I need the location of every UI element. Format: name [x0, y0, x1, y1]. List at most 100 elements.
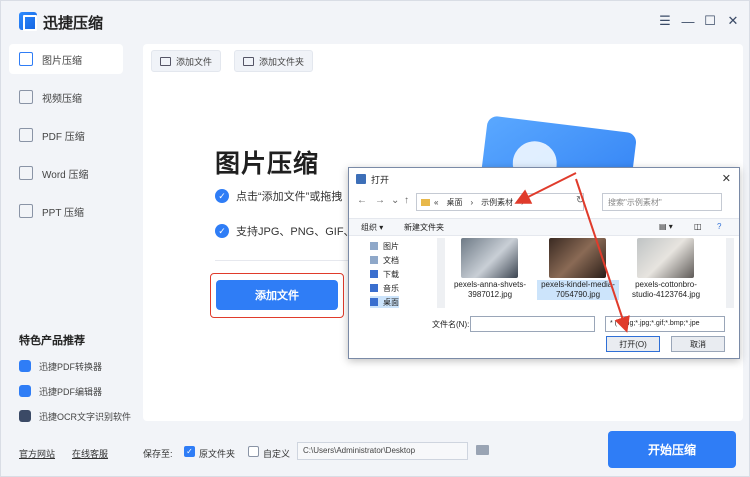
promo-pdf-converter[interactable]: 迅捷PDF转换器	[19, 357, 102, 375]
file-list: pexels-anna-shvets-3987012.jpg pexels-ki…	[449, 238, 719, 310]
file-list-scrollbar[interactable]	[726, 238, 734, 308]
file-item[interactable]: pexels-anna-shvets-3987012.jpg	[449, 238, 526, 310]
sidebar-item-word-compress[interactable]: Word 压缩	[9, 158, 123, 188]
ppt-icon	[19, 204, 33, 218]
tree-item-pictures[interactable]: 图片	[370, 240, 399, 252]
promo-label: 迅捷PDF转换器	[39, 361, 103, 372]
feature-text: 支持JPG、PNG、GIF、B	[236, 226, 362, 238]
promo-label: 迅捷PDF编辑器	[39, 386, 103, 397]
sidebar-item-image-compress[interactable]: 图片压缩	[9, 44, 123, 74]
tree-item-label: 音乐	[383, 283, 399, 293]
sidebar-item-label: Word 压缩	[42, 169, 89, 181]
help-icon[interactable]: ?	[717, 222, 721, 231]
dialog-search-input[interactable]: 搜索"示例素材"	[602, 193, 722, 211]
menu-icon[interactable]: ☰	[657, 13, 673, 29]
source-folder-checkbox[interactable]: ✓	[184, 446, 195, 457]
sidebar-item-label: PDF 压缩	[42, 131, 85, 143]
tree-item-label: 图片	[383, 241, 399, 251]
app-title: 迅捷压缩	[43, 15, 104, 32]
browse-folder-icon[interactable]	[476, 445, 489, 455]
dialog-close-icon[interactable]: ✕	[722, 172, 731, 185]
dialog-title-bar: 打开	[349, 168, 739, 190]
close-icon[interactable]: ✕	[725, 13, 741, 29]
minimize-icon[interactable]: —	[680, 13, 696, 29]
view-options-icon[interactable]: ▤ ▾	[659, 222, 673, 231]
add-file-button[interactable]: 添加文件	[216, 280, 338, 310]
app-logo-icon	[19, 12, 37, 31]
file-icon	[160, 56, 171, 66]
folder-tree: 图片 文档 下载 音乐 桌面	[354, 238, 446, 310]
tree-item-music[interactable]: 音乐	[370, 282, 399, 294]
check-icon: ✓	[215, 189, 229, 203]
forward-arrow-icon[interactable]: →	[375, 195, 385, 206]
tree-item-label: 下载	[383, 269, 399, 279]
file-thumbnail	[549, 238, 606, 278]
custom-checkbox[interactable]	[248, 446, 259, 457]
pdf-converter-icon	[19, 360, 31, 372]
file-type-select[interactable]: * (*.png;*.jpg;*.gif;*.bmp;*.jpe	[605, 316, 725, 332]
breadcrumb-sample-folder[interactable]: 示例素材	[481, 197, 513, 208]
download-icon	[370, 270, 378, 278]
refresh-icon[interactable]: ↻	[576, 195, 584, 206]
sidebar-item-label: 图片压缩	[42, 55, 82, 67]
file-item[interactable]: pexels-kindel-media-7054790.jpg	[537, 238, 619, 310]
custom-label: 自定义	[263, 449, 291, 459]
pdf-editor-icon	[19, 385, 31, 397]
cancel-button[interactable]: 取消	[671, 336, 725, 352]
source-folder-label: 原文件夹	[199, 449, 236, 459]
add-file-label: 添加文件	[176, 56, 213, 67]
page-title: 图片压缩	[215, 150, 320, 178]
website-link[interactable]: 官方网站	[19, 447, 55, 460]
sidebar-item-pdf-compress[interactable]: PDF 压缩	[9, 120, 123, 150]
add-file-highlight: 添加文件	[210, 273, 344, 318]
add-folder-button[interactable]: 添加文件夹	[234, 50, 314, 72]
open-button[interactable]: 打开(O)	[606, 336, 660, 352]
breadcrumb-separator: ›	[470, 197, 474, 207]
pictures-icon	[370, 242, 378, 250]
file-thumbnail	[637, 238, 694, 278]
dialog-app-icon	[356, 174, 366, 184]
open-file-dialog: 打开 ✕ ← → ⌄ ↑ « 桌面 › 示例素材 › ↻ 搜索"示例素材" 组织…	[348, 167, 740, 359]
sidebar-item-ppt-compress[interactable]: PPT 压缩	[9, 196, 123, 226]
preview-pane-icon[interactable]: ◫	[694, 222, 702, 231]
breadcrumb-overflow[interactable]: «	[434, 198, 438, 207]
new-folder-button[interactable]: 新建文件夹	[404, 222, 444, 233]
dialog-title: 打开	[371, 174, 390, 185]
bottom-bar: 官方网站 在线客服 保存至: ✓ 原文件夹 自定义 C:\Users\Admin…	[1, 431, 750, 477]
sidebar-item-video-compress[interactable]: 视频压缩	[9, 82, 123, 112]
maximize-icon[interactable]: ☐	[702, 13, 718, 29]
tree-item-downloads[interactable]: 下载	[370, 268, 399, 280]
tree-item-documents[interactable]: 文档	[370, 254, 399, 266]
file-thumbnail	[461, 238, 518, 278]
history-chevron-icon[interactable]: ⌄	[391, 195, 399, 206]
app-window: 迅捷压缩 ☰ — ☐ ✕ 图片压缩 视频压缩 PDF 压缩 Word 压缩 PP…	[0, 0, 750, 477]
tree-item-desktop[interactable]: 桌面	[370, 296, 399, 308]
promo-pdf-editor[interactable]: 迅捷PDF编辑器	[19, 382, 102, 400]
file-item[interactable]: pexels-cottonbro-studio-4123764.jpg	[625, 238, 700, 310]
dialog-toolbar: 组织 ▾ 新建文件夹 ▤ ▾ ◫ ?	[349, 218, 739, 236]
tree-item-label: 文档	[383, 255, 399, 265]
promo-label: 迅捷OCR文字识别软件	[39, 411, 131, 422]
file-name: pexels-kindel-media-7054790.jpg	[537, 280, 619, 300]
support-link[interactable]: 在线客服	[72, 447, 108, 460]
folder-icon	[421, 198, 430, 206]
promo-ocr[interactable]: 迅捷OCR文字识别软件	[19, 407, 131, 425]
breadcrumb-desktop[interactable]: 桌面	[446, 197, 462, 208]
add-folder-label: 添加文件夹	[259, 56, 305, 67]
music-icon	[370, 284, 378, 292]
filename-label: 文件名(N):	[432, 320, 470, 329]
file-name: pexels-anna-shvets-3987012.jpg	[453, 280, 527, 299]
organize-button[interactable]: 组织 ▾	[361, 222, 383, 233]
desktop-icon	[370, 298, 378, 306]
dialog-nav-bar: ← → ⌄ ↑ « 桌面 › 示例素材 › ↻ 搜索"示例素材"	[349, 192, 739, 212]
filename-input[interactable]	[470, 316, 595, 332]
add-file-top-button[interactable]: 添加文件	[151, 50, 222, 72]
check-icon: ✓	[215, 224, 229, 238]
output-path-field[interactable]: C:\Users\Administrator\Desktop	[297, 442, 468, 460]
up-arrow-icon[interactable]: ↑	[404, 195, 409, 206]
back-arrow-icon[interactable]: ←	[357, 195, 367, 206]
tree-scrollbar[interactable]	[437, 238, 445, 308]
address-bar[interactable]: « 桌面 › 示例素材 ›	[416, 193, 584, 211]
start-compress-button[interactable]: 开始压缩	[608, 431, 736, 468]
image-icon	[19, 52, 33, 66]
